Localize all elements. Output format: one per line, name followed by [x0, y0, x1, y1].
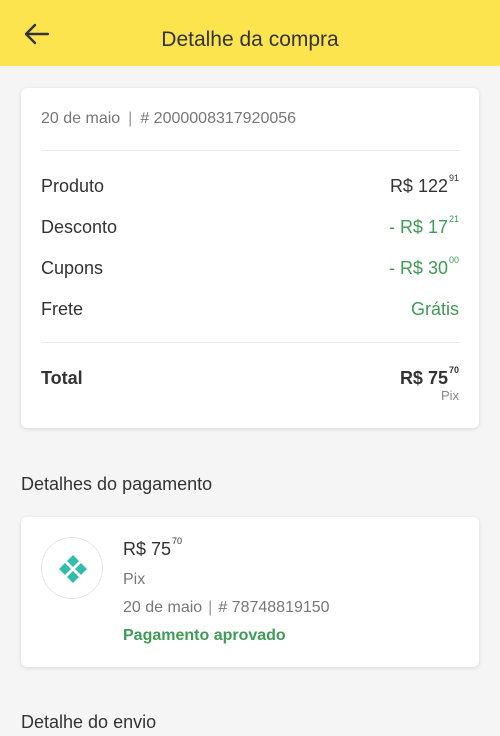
transaction-number: # 78748819150	[218, 599, 330, 616]
meta-separator: |	[208, 599, 213, 616]
payment-meta: 20 de maio | # 78748819150	[123, 599, 330, 617]
row-value: R$ 12291	[389, 172, 459, 196]
total-payment-method: Pix	[440, 388, 459, 403]
row-label: Produto	[41, 175, 105, 196]
payment-method: Pix	[123, 571, 146, 588]
total-label: Total	[41, 367, 83, 388]
summary-row-shipping: Frete Grátis	[41, 294, 459, 324]
meta-separator: |	[128, 110, 133, 127]
payment-amount: R$ 7570	[123, 536, 183, 559]
summary-row-coupons: Cupons - R$ 3000	[41, 253, 459, 283]
summary-row-product: Produto R$ 12291	[41, 171, 459, 201]
order-meta: 20 de maio | # 2000008317920056	[41, 110, 296, 128]
app-bar: Detalhe da compra	[0, 0, 500, 66]
divider	[41, 342, 459, 343]
summary-row-discount: Desconto - R$ 1721	[41, 212, 459, 242]
shipping-section-title: Detalhe do envio	[21, 712, 157, 732]
row-label: Frete	[41, 298, 84, 319]
page-title: Detalhe da compra	[161, 28, 339, 51]
pix-icon	[59, 555, 87, 583]
row-value: - R$ 3000	[388, 254, 459, 278]
row-value: Grátis	[410, 298, 459, 319]
order-number: # 2000008317920056	[140, 110, 297, 127]
payment-card: R$ 7570 Pix 20 de maio | # 78748819150 Pag…	[21, 517, 479, 667]
purchase-summary-card: 20 de maio | # 2000008317920056 Produto R$…	[21, 88, 479, 428]
payment-section-title: Detalhes do pagamento	[21, 474, 213, 494]
payment-date: 20 de maio	[123, 599, 203, 616]
row-label: Desconto	[41, 216, 118, 237]
order-date: 20 de maio	[41, 110, 121, 127]
divider	[41, 150, 459, 151]
payment-status: Pagamento aprovado	[123, 627, 286, 644]
summary-row-total: Total R$ 7570	[41, 363, 459, 393]
row-value: - R$ 1721	[388, 213, 459, 237]
total-value: R$ 7570	[399, 364, 459, 388]
payment-method-avatar	[41, 537, 103, 599]
row-label: Cupons	[41, 257, 104, 278]
